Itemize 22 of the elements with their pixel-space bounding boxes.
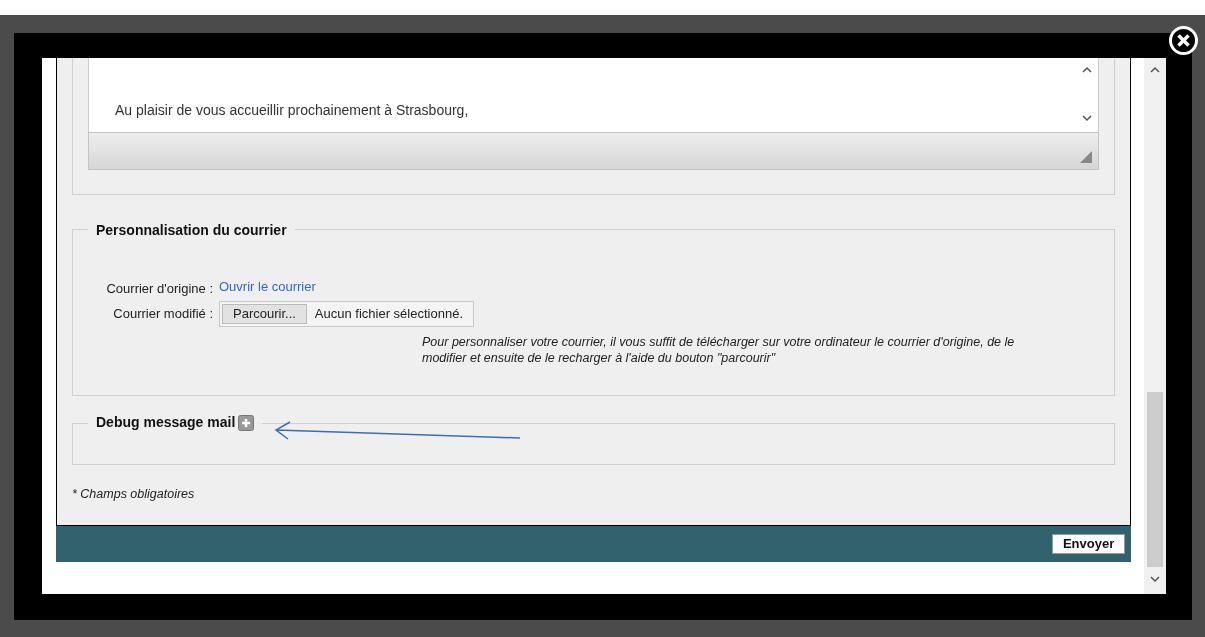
- scroll-up-icon[interactable]: [1082, 66, 1093, 74]
- open-letter-link[interactable]: Ouvrir le courrier: [219, 277, 316, 297]
- file-input[interactable]: Courrier modifié : Parcourir... Aucun fichier sélectionné.: [73, 302, 1115, 326]
- send-button[interactable]: Envoyer: [1051, 534, 1126, 554]
- browse-button[interactable]: Parcourir...: [222, 304, 307, 324]
- resize-grip-icon[interactable]: [1080, 151, 1093, 163]
- scrollbar[interactable]: [1144, 58, 1166, 594]
- required-fields-note: * Champs obligatoires: [72, 486, 196, 503]
- file-status: Aucun fichier sélectionné.: [313, 305, 464, 324]
- scroll-down-icon[interactable]: [1082, 114, 1093, 122]
- letter-textarea[interactable]: Au plaisir de vous accueillir prochainement à Strasbourg,: [88, 58, 1100, 132]
- section-legend: Debug message mail: [96, 412, 236, 433]
- field-label: Courrier d'origine :: [105, 280, 214, 299]
- file-input[interactable]: Parcourir... Aucun fichier sélectionné.: [219, 301, 474, 327]
- scroll-down-icon[interactable]: [1150, 575, 1161, 583]
- scrollbar-thumb[interactable]: [1147, 392, 1163, 567]
- close-icon[interactable]: [1169, 26, 1198, 55]
- scroll-up-icon[interactable]: [1150, 66, 1161, 74]
- plus-icon[interactable]: [238, 414, 255, 431]
- field-label: Courrier modifié :: [112, 305, 214, 324]
- help-text: Pour personnaliser votre courrier, il vous suffit de télécharger sur votre ordinateur le courrier d'origine, de le modifier et ensuite de le recharger à l'aide du bouton "parcourir": [422, 334, 1016, 366]
- letter-text: Au plaisir de vous accueillir prochainement à Strasbourg,: [115, 101, 469, 120]
